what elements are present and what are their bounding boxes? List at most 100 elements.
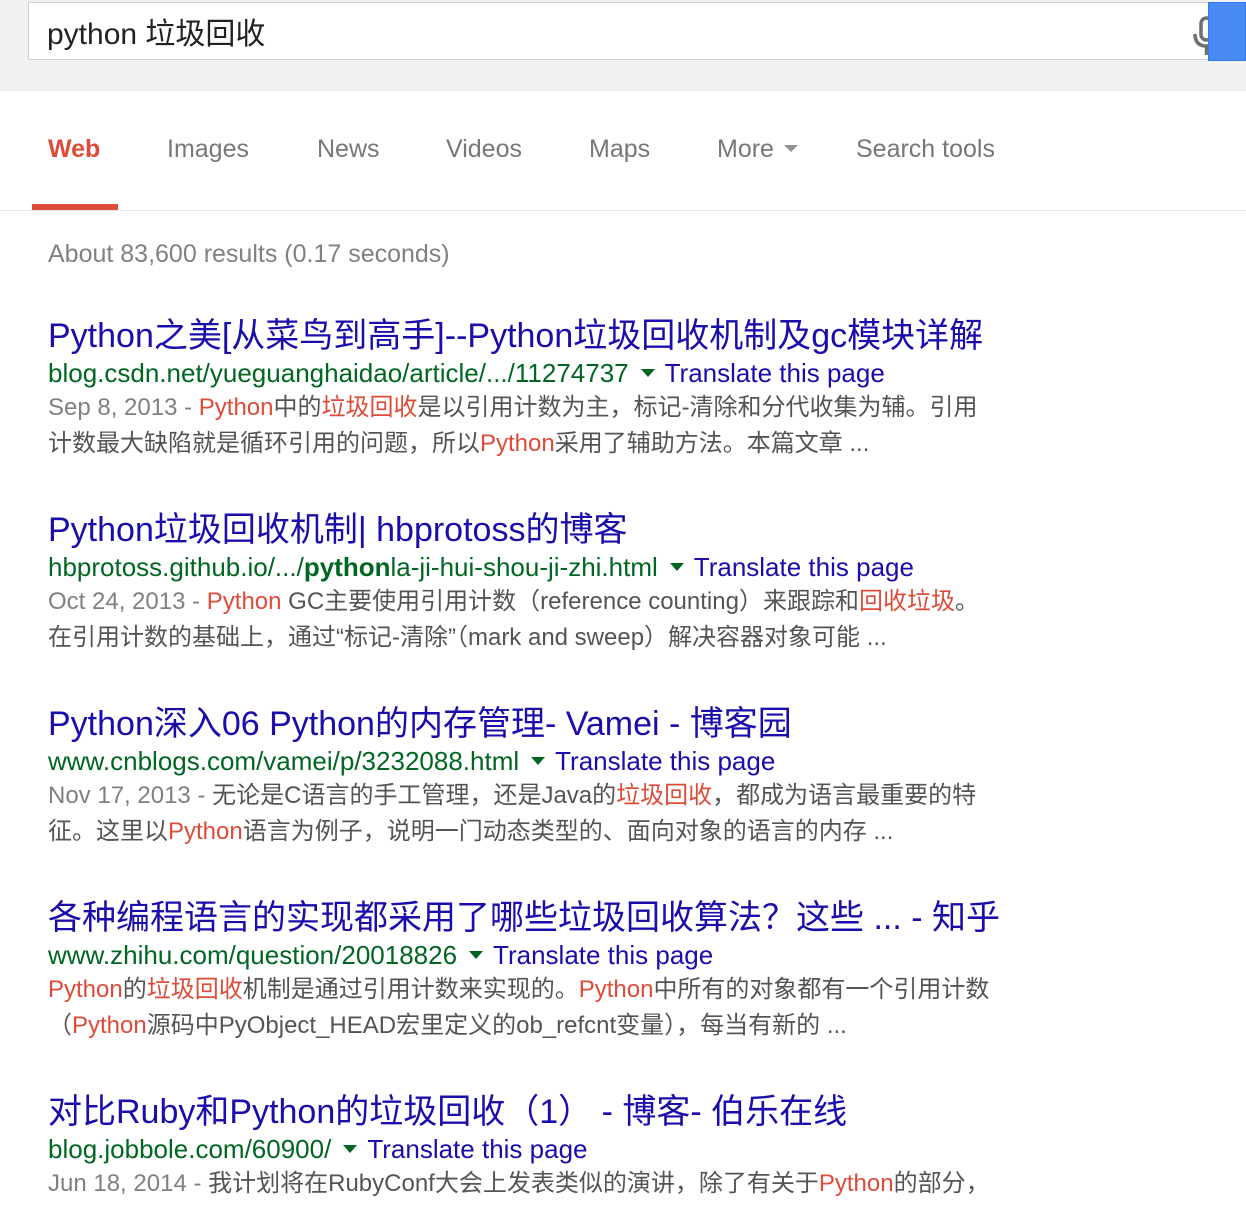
highlighted-term: 垃圾回收: [616, 782, 713, 809]
snippet-line: Python的垃圾回收机制是通过引用计数来实现的。Python中所有的对象都有一…: [48, 972, 1078, 1008]
tab-more-label: More: [717, 135, 774, 163]
tab-web[interactable]: Web: [48, 135, 100, 164]
search-result: 对比Ruby和Python的垃圾回收（1） - 博客- 伯乐在线 blog.job…: [48, 1092, 1108, 1202]
result-url-part: la-ji-hui-shou-ji-zhi.html: [390, 552, 658, 582]
highlighted-term: Python: [198, 394, 274, 421]
tab-maps[interactable]: Maps: [589, 135, 650, 164]
dropdown-arrow-icon[interactable]: [469, 951, 484, 960]
result-date: Jun 18, 2014 -: [48, 1170, 209, 1197]
result-title-link[interactable]: Python之美[从菜鸟到高手]--Python垃圾回收机制及gc模块详解: [48, 316, 1108, 356]
search-result: 各种编程语言的实现都采用了哪些垃圾回收算法？这些 ... - 知乎 www.zhi…: [48, 898, 1108, 1044]
result-url-part: hbprotoss.github.io/.../: [48, 552, 304, 582]
result-title-link[interactable]: Python深入06 Python的内存管理- Vamei - 博客园: [48, 704, 1108, 744]
dropdown-arrow-icon[interactable]: [640, 369, 655, 378]
translate-link[interactable]: Translate this page: [555, 746, 775, 776]
result-date: Sep 8, 2013 -: [48, 394, 199, 421]
result-date: Nov 17, 2013 -: [48, 782, 213, 809]
highlighted-term: Python: [578, 976, 654, 1003]
snippet-text: 源码中PyObject_HEAD宏里定义的ob_refcnt变量），每当有新的 …: [146, 1012, 847, 1039]
translate-link[interactable]: Translate this page: [493, 940, 713, 970]
result-url: www.zhihu.com/question/20018826: [48, 940, 457, 970]
result-url-part: python: [303, 552, 391, 582]
snippet-text: 我计划将在RubyConf大会上发表类似的演讲，除了有关于: [208, 1170, 819, 1197]
result-url-line: www.cnblogs.com/vamei/p/3232088.html Tran…: [48, 744, 1108, 778]
snippet-text: 的: [122, 976, 147, 1003]
result-url-part: www.zhihu.com/question/20018826: [48, 940, 458, 970]
snippet-line: 在引用计数的基础上，通过“标记-清除”（mark and sweep）解决容器对…: [48, 620, 1078, 656]
snippet-line: Jun 18, 2014 - 我计划将在RubyConf大会上发表类似的演讲，除…: [48, 1166, 1078, 1202]
snippet-text: （: [48, 1012, 72, 1039]
snippet-line: （Python源码中PyObject_HEAD宏里定义的ob_refcnt变量）…: [48, 1008, 1078, 1044]
tab-search-tools[interactable]: Search tools: [856, 135, 995, 164]
highlighted-term: Python: [168, 818, 243, 845]
highlighted-term: Python: [818, 1170, 894, 1197]
result-snippet: Jun 18, 2014 - 我计划将在RubyConf大会上发表类似的演讲，除…: [48, 1166, 1078, 1202]
result-url-part: blog.csdn.net/yueguanghaidao/article/...…: [48, 358, 629, 388]
snippet-line: 征。这里以Python语言为例子，说明一门动态类型的、面向对象的语言的内存 ..…: [48, 814, 1078, 850]
search-input[interactable]: [47, 11, 1127, 51]
tab-images[interactable]: Images: [167, 135, 249, 164]
highlighted-term: 回收垃圾: [858, 588, 955, 615]
translate-link[interactable]: Translate this page: [665, 358, 885, 388]
highlighted-term: 垃圾回收: [321, 394, 418, 421]
snippet-text: 中所有的对象都有一个引用计数: [653, 976, 990, 1003]
search-button[interactable]: [1208, 2, 1246, 61]
snippet-text: 语言为例子，说明一门动态类型的、面向对象的语言的内存 ...: [242, 818, 894, 845]
active-tab-indicator: [32, 204, 118, 210]
result-stats: About 83,600 results (0.17 seconds): [48, 240, 450, 268]
snippet-line: Sep 8, 2013 - Python中的垃圾回收是以引用计数为主，标记-清除…: [48, 390, 1078, 426]
highlighted-term: Python: [72, 1012, 147, 1039]
snippet-text: 。: [954, 588, 979, 615]
dropdown-arrow-icon[interactable]: [669, 563, 684, 572]
search-box[interactable]: [28, 2, 1220, 60]
snippet-text: 无论是C语言的手工管理，还是Java的: [212, 782, 617, 809]
result-snippet: Oct 24, 2013 - Python GC主要使用引用计数（referen…: [48, 584, 1078, 656]
snippet-text: 采用了辅助方法。本篇文章 ...: [554, 430, 870, 457]
highlighted-term: 垃圾回收: [146, 976, 243, 1003]
snippet-text: 征。这里以: [48, 818, 168, 845]
tab-news[interactable]: News: [317, 135, 380, 164]
result-snippet: Python的垃圾回收机制是通过引用计数来实现的。Python中所有的对象都有一…: [48, 972, 1078, 1044]
highlighted-term: Python: [480, 430, 555, 457]
result-title-link[interactable]: 各种编程语言的实现都采用了哪些垃圾回收算法？这些 ... - 知乎: [48, 898, 1108, 938]
tab-more[interactable]: More: [717, 135, 798, 164]
result-snippet: Nov 17, 2013 - 无论是C语言的手工管理，还是Java的垃圾回收，都…: [48, 778, 1078, 850]
search-tabs: Web Images News Videos Maps More Search …: [0, 91, 1246, 211]
snippet-text: 计数最大缺陷就是循环引用的问题，所以: [48, 430, 480, 457]
dropdown-arrow-icon[interactable]: [343, 1145, 358, 1154]
result-snippet: Sep 8, 2013 - Python中的垃圾回收是以引用计数为主，标记-清除…: [48, 390, 1078, 462]
result-url: www.cnblogs.com/vamei/p/3232088.html: [48, 746, 519, 776]
snippet-text: GC主要使用引用计数（reference counting）来跟踪和: [281, 588, 859, 615]
chevron-down-icon: [783, 144, 798, 152]
snippet-text: 中的: [273, 394, 322, 421]
result-url-part: www.cnblogs.com/vamei/p/3232088.html: [48, 746, 520, 776]
translate-link[interactable]: Translate this page: [367, 1134, 587, 1164]
snippet-text: 是以引用计数为主，标记-清除和分代收集为辅。引用: [417, 394, 978, 421]
highlighted-term: Python: [206, 588, 282, 615]
highlighted-term: Python: [48, 976, 123, 1003]
result-date: Oct 24, 2013 -: [48, 588, 207, 615]
result-title-link[interactable]: 对比Ruby和Python的垃圾回收（1） - 博客- 伯乐在线: [48, 1092, 1108, 1132]
translate-link[interactable]: Translate this page: [694, 552, 914, 582]
snippet-text: ，都成为语言最重要的特: [712, 782, 977, 809]
result-url: blog.jobbole.com/60900/: [48, 1134, 331, 1164]
result-url-line: blog.csdn.net/yueguanghaidao/article/...…: [48, 356, 1108, 390]
snippet-text: 在引用计数的基础上，通过“标记-清除”（mark and sweep）解决容器对…: [48, 624, 887, 651]
search-result: Python之美[从菜鸟到高手]--Python垃圾回收机制及gc模块详解 blo…: [48, 316, 1108, 462]
result-url: blog.csdn.net/yueguanghaidao/article/...…: [48, 358, 629, 388]
result-url-part: blog.jobbole.com/60900/: [48, 1134, 332, 1164]
search-result: Python深入06 Python的内存管理- Vamei - 博客园 www.c…: [48, 704, 1108, 850]
snippet-text: 机制是通过引用计数来实现的。: [242, 976, 579, 1003]
result-url-line: www.zhihu.com/question/20018826 Translate…: [48, 938, 1108, 972]
snippet-line: 计数最大缺陷就是循环引用的问题，所以Python采用了辅助方法。本篇文章 ...: [48, 426, 1078, 462]
result-url-line: blog.jobbole.com/60900/Translate this pa…: [48, 1132, 1108, 1166]
snippet-line: Nov 17, 2013 - 无论是C语言的手工管理，还是Java的垃圾回收，都…: [48, 778, 1078, 814]
result-url-line: hbprotoss.github.io/.../pythonla-ji-hui-…: [48, 550, 1108, 584]
result-url: hbprotoss.github.io/.../pythonla-ji-hui-…: [48, 552, 658, 582]
tab-videos[interactable]: Videos: [446, 135, 522, 164]
search-result: Python垃圾回收机制| hbprotoss的博客 hbprotoss.gith…: [48, 510, 1108, 656]
result-title-link[interactable]: Python垃圾回收机制| hbprotoss的博客: [48, 510, 1108, 550]
snippet-text: 的部分，: [893, 1170, 990, 1197]
dropdown-arrow-icon[interactable]: [531, 757, 546, 766]
search-header: [0, 0, 1246, 91]
